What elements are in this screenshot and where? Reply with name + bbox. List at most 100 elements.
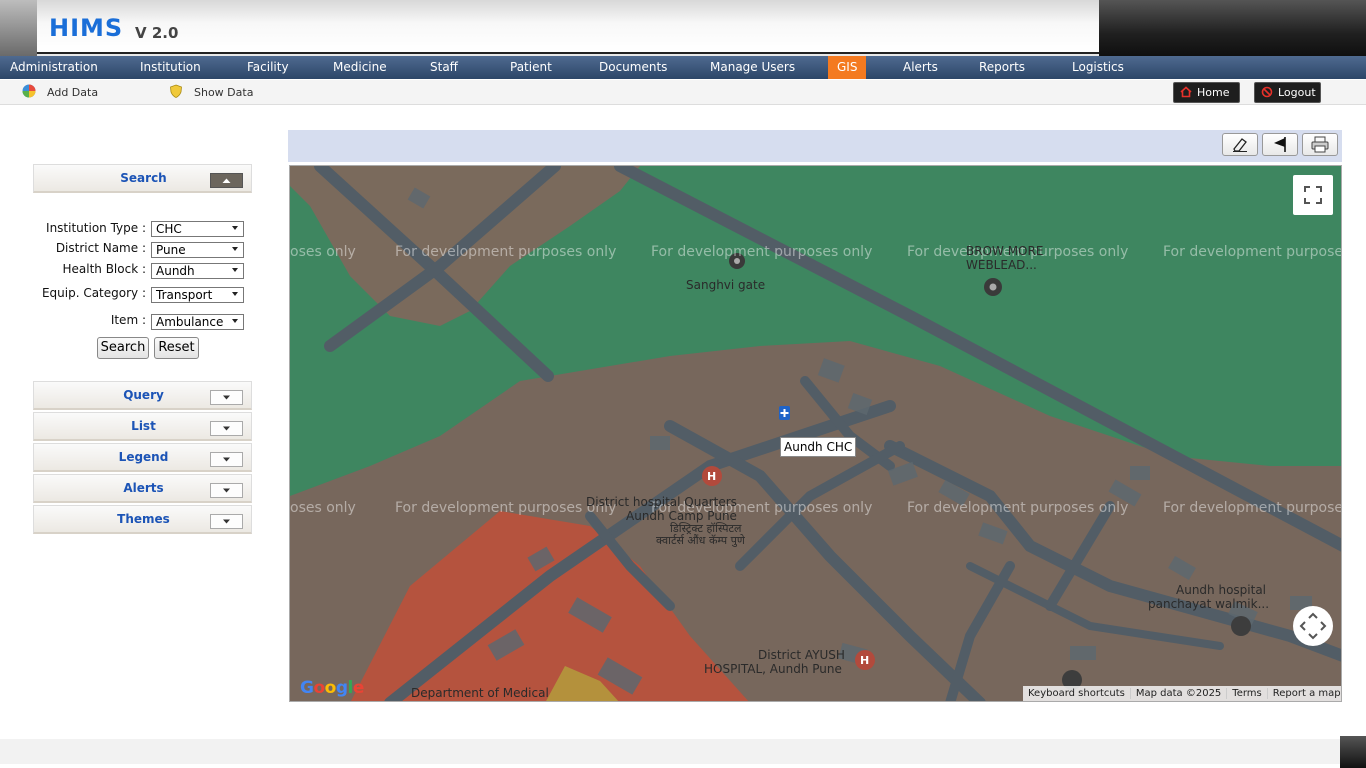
district-name-label: District Name : [55,241,146,255]
home-icon [1180,86,1192,98]
health-block-label: Health Block : [62,262,146,276]
flag-icon [1274,137,1286,152]
chevron-down-icon [232,319,238,323]
list-panel-header[interactable]: List [33,412,252,441]
health-block-select[interactable]: Aundh [151,263,244,279]
print-icon [1311,136,1329,153]
app-version: V 2.0 [135,24,179,42]
nav-gis[interactable]: GIS [828,56,867,79]
nav-staff[interactable]: Staff [430,56,458,79]
nav-administration[interactable]: Administration [10,56,98,79]
home-label: Home [1197,86,1230,99]
place-label-marathi-2[interactable]: क्वार्टर्स औंध कॅम्प पुणे [656,534,745,548]
place-label-ayush-2[interactable]: HOSPITAL, Aundh Pune [704,662,842,676]
shield-icon[interactable] [169,84,183,98]
chevron-down-icon [232,268,238,272]
query-panel-header[interactable]: Query [33,381,252,410]
watermark-text: For development purposes only [395,500,617,516]
search-panel-header[interactable]: Search [33,164,252,193]
equip-category-value: Transport [156,288,213,302]
institution-type-select[interactable]: CHC [151,221,244,237]
expand-themes-button[interactable] [210,514,243,529]
nav-facility[interactable]: Facility [247,56,289,79]
eraser-button[interactable] [1222,133,1258,156]
google-logo: Google [300,678,364,698]
item-select[interactable]: Ambulance [151,314,244,330]
institution-type-label: Institution Type : [46,221,146,235]
nav-patient[interactable]: Patient [510,56,552,79]
add-data-link[interactable]: Add Data [47,86,98,99]
place-label-sanghvi-gate[interactable]: Sanghvi gate [686,278,765,292]
gis-map[interactable]: H H oses only For development purposes o… [289,165,1342,702]
nav-medicine[interactable]: Medicine [333,56,387,79]
main-nav [0,56,1366,79]
map-data-credit: Map data ©2025 [1129,688,1227,699]
watermark-text: For development purposes [1163,500,1342,516]
flag-button[interactable] [1262,133,1298,156]
equip-category-label: Equip. Category : [41,286,146,300]
place-label-district-hospital[interactable]: District hospital Quarters [586,495,737,509]
watermark-text: For development purposes only [907,500,1129,516]
health-block-value: Aundh [156,264,195,278]
map-toolbar [288,130,1342,162]
watermark-text: oses only [290,500,356,516]
header: HIMS V 2.0 [0,0,1366,56]
nav-manage-users[interactable]: Manage Users [710,56,795,79]
nav-logistics[interactable]: Logistics [1072,56,1124,79]
nav-reports[interactable]: Reports [979,56,1025,79]
alerts-panel-header[interactable]: Alerts [33,474,252,503]
chevron-down-icon [223,426,230,431]
place-label-aundh-camp[interactable]: Aundh Camp Pune [626,509,737,523]
keyboard-shortcuts-link[interactable]: Keyboard shortcuts [1023,688,1130,699]
logout-label: Logout [1278,86,1316,99]
place-label-department[interactable]: Department of Medical [411,686,549,700]
home-button[interactable]: Home [1173,82,1240,103]
themes-panel-header[interactable]: Themes [33,505,252,534]
collapse-search-button[interactable] [210,173,243,188]
header-left-panel [0,0,37,56]
print-button[interactable] [1302,133,1338,156]
item-value: Ambulance [156,315,224,329]
watermark-text: oses only [290,244,356,260]
hospital-glyph: H [860,654,869,667]
search-button[interactable]: Search [97,337,149,359]
logout-icon [1261,86,1273,98]
equip-category-select[interactable]: Transport [151,287,244,303]
hospital-glyph: H [707,470,716,483]
watermark-text: For development purposes only [395,244,617,260]
place-label-brow-more[interactable]: BROW MORE [966,244,1043,258]
chevron-down-icon [223,488,230,493]
expand-query-button[interactable] [210,390,243,405]
marker-tooltip: Aundh CHC [780,437,857,457]
footer-corner [1340,736,1366,768]
nav-documents[interactable]: Documents [599,56,667,79]
header-banner [37,0,1099,54]
expand-legend-button[interactable] [210,452,243,467]
chevron-down-icon [223,457,230,462]
item-label: Item : [110,313,146,327]
fullscreen-button[interactable] [1293,175,1333,215]
header-right-panel [1099,0,1366,56]
place-label-ayush-1[interactable]: District AYUSH [758,648,845,662]
district-name-value: Pune [156,243,186,257]
legend-panel-header[interactable]: Legend [33,443,252,472]
place-label-weblead[interactable]: WEBLEAD... [966,258,1037,272]
expand-list-button[interactable] [210,421,243,436]
place-label-panchayat[interactable]: panchayat walmik... [1148,597,1269,611]
reset-button[interactable]: Reset [154,337,199,359]
place-label-aundh-hospital[interactable]: Aundh hospital [1176,583,1266,597]
chevron-up-icon [222,178,231,183]
district-name-select[interactable]: Pune [151,242,244,258]
nav-alerts[interactable]: Alerts [903,56,938,79]
expand-alerts-button[interactable] [210,483,243,498]
add-data-icon[interactable] [22,84,36,98]
logout-button[interactable]: Logout [1254,82,1321,103]
nav-institution[interactable]: Institution [140,56,201,79]
map-pan-control[interactable] [1293,606,1333,646]
show-data-link[interactable]: Show Data [194,86,253,99]
terms-link[interactable]: Terms [1226,688,1267,699]
move-arrows-icon [1299,612,1327,640]
fullscreen-icon [1304,186,1322,204]
eraser-icon [1233,138,1247,152]
chevron-down-icon [223,395,230,400]
